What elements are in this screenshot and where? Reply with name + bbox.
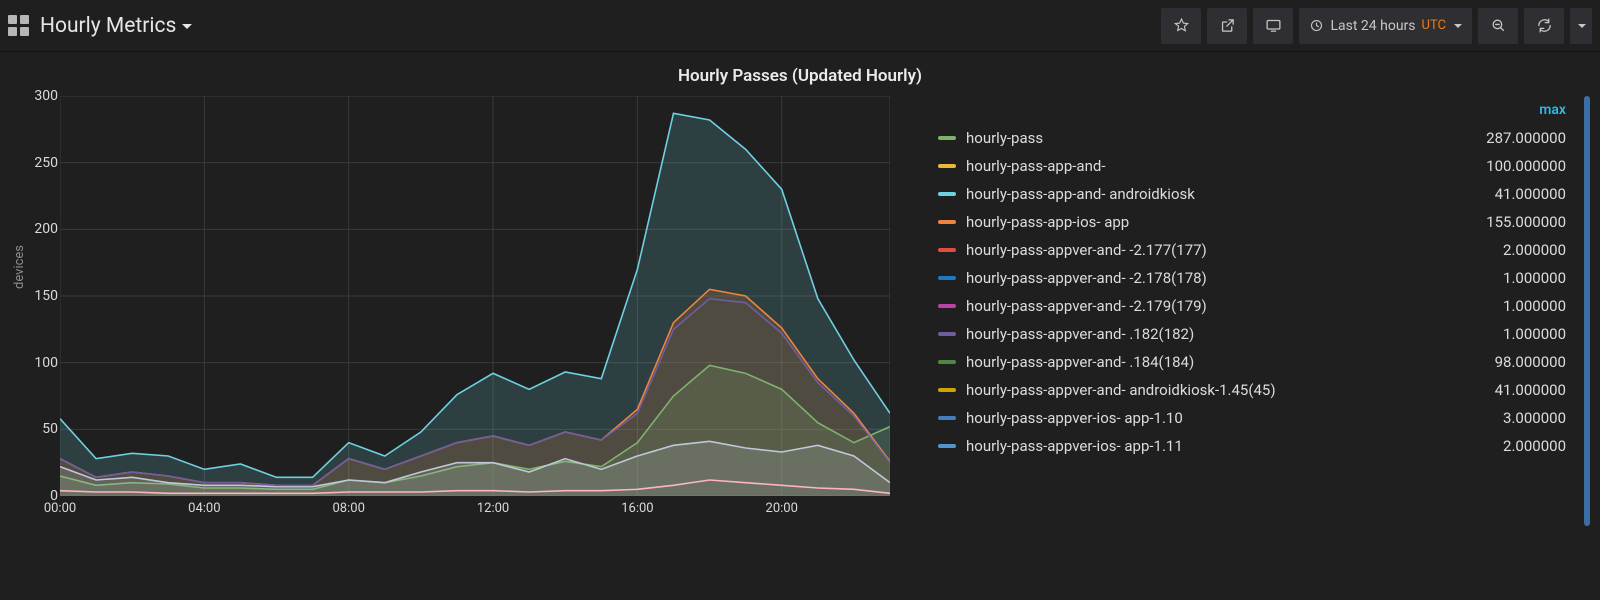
legend-row[interactable]: hourly-pass-appver-and- androidkiosk-1.4… <box>930 376 1590 404</box>
legend-row[interactable]: hourly-pass-appver-ios- app-1.112.000000 <box>930 432 1590 460</box>
refresh-button[interactable] <box>1524 8 1564 44</box>
header-right: Last 24 hours UTC <box>1161 8 1592 44</box>
legend-row[interactable]: hourly-pass-appver-and- -2.178(178)1.000… <box>930 264 1590 292</box>
dashboard-title-dropdown[interactable]: Hourly Metrics <box>40 14 192 38</box>
share-button[interactable] <box>1207 8 1247 44</box>
legend-series-name: hourly-pass-appver-ios- app-1.11 <box>966 437 1456 455</box>
dashboard-title: Hourly Metrics <box>40 14 176 38</box>
legend-rows: hourly-pass287.000000hourly-pass-app-and… <box>930 124 1590 460</box>
zoom-out-icon <box>1490 17 1507 34</box>
legend-series-name: hourly-pass-appver-and- -2.177(177) <box>966 241 1456 259</box>
tv-mode-button[interactable] <box>1253 8 1293 44</box>
legend-row[interactable]: hourly-pass-appver-ios- app-1.103.000000 <box>930 404 1590 432</box>
y-tick-label: 250 <box>18 155 58 171</box>
chart-column: devices 050100150200250300 00:0004:0008:… <box>10 96 900 526</box>
x-tick-label: 20:00 <box>766 501 798 516</box>
y-axis-label: devices <box>12 245 27 289</box>
zoom-out-button[interactable] <box>1478 8 1518 44</box>
legend-series-max: 98.000000 <box>1456 353 1566 371</box>
y-tick-label: 300 <box>18 88 58 104</box>
header-left: Hourly Metrics <box>8 14 192 38</box>
legend-swatch <box>938 276 956 280</box>
legend: max hourly-pass287.000000hourly-pass-app… <box>930 96 1590 526</box>
legend-swatch <box>938 220 956 224</box>
chart-plot-area <box>60 96 890 496</box>
legend-row[interactable]: hourly-pass-appver-and- .182(182)1.00000… <box>930 320 1590 348</box>
x-tick-label: 08:00 <box>333 501 365 516</box>
legend-row[interactable]: hourly-pass-appver-and- -2.179(179)1.000… <box>930 292 1590 320</box>
legend-swatch <box>938 136 956 140</box>
legend-series-max: 2.000000 <box>1456 437 1566 455</box>
legend-series-max: 100.000000 <box>1456 157 1566 175</box>
legend-series-name: hourly-pass-app-ios- app <box>966 213 1456 231</box>
legend-series-name: hourly-pass-appver-and- -2.179(179) <box>966 297 1456 315</box>
y-tick-label: 200 <box>18 221 58 237</box>
chevron-down-icon <box>1578 24 1586 32</box>
panel-body: devices 050100150200250300 00:0004:0008:… <box>10 96 1590 526</box>
legend-series-max: 1.000000 <box>1456 269 1566 287</box>
y-tick-label: 50 <box>18 421 58 437</box>
refresh-icon <box>1536 17 1553 34</box>
y-tick-label: 100 <box>18 355 58 371</box>
panel: Hourly Passes (Updated Hourly) devices 0… <box>0 52 1600 526</box>
legend-series-name: hourly-pass-appver-and- .184(184) <box>966 353 1456 371</box>
legend-series-max: 41.000000 <box>1456 381 1566 399</box>
share-icon <box>1219 17 1236 34</box>
legend-row[interactable]: hourly-pass-appver-and- -2.177(177)2.000… <box>930 236 1590 264</box>
x-tick-label: 16:00 <box>621 501 653 516</box>
panel-title: Hourly Passes (Updated Hourly) <box>10 66 1590 86</box>
legend-swatch <box>938 332 956 336</box>
legend-header: max <box>930 96 1590 124</box>
time-range-label: Last 24 hours <box>1330 18 1415 34</box>
legend-series-name: hourly-pass-appver-and- -2.178(178) <box>966 269 1456 287</box>
legend-series-max: 2.000000 <box>1456 241 1566 259</box>
legend-series-max: 1.000000 <box>1456 297 1566 315</box>
legend-series-max: 41.000000 <box>1456 185 1566 203</box>
legend-row[interactable]: hourly-pass-appver-and- .184(184)98.0000… <box>930 348 1590 376</box>
legend-row[interactable]: hourly-pass-app-and-100.000000 <box>930 152 1590 180</box>
chart[interactable]: devices 050100150200250300 00:0004:0008:… <box>10 96 900 526</box>
legend-row[interactable]: hourly-pass-app-and- androidkiosk41.0000… <box>930 180 1590 208</box>
legend-series-max: 3.000000 <box>1456 409 1566 427</box>
monitor-icon <box>1265 17 1282 34</box>
legend-series-name: hourly-pass-app-and- androidkiosk <box>966 185 1456 203</box>
legend-swatch <box>938 304 956 308</box>
refresh-interval-dropdown[interactable] <box>1570 8 1592 44</box>
x-tick-label: 04:00 <box>188 501 220 516</box>
legend-swatch <box>938 388 956 392</box>
legend-series-name: hourly-pass <box>966 129 1456 147</box>
app-header: Hourly Metrics Last 24 hours UTC <box>0 0 1600 52</box>
legend-swatch <box>938 360 956 364</box>
legend-series-name: hourly-pass-app-and- <box>966 157 1456 175</box>
timezone-label: UTC <box>1422 18 1446 33</box>
chevron-down-icon <box>1454 24 1462 32</box>
star-icon <box>1173 17 1190 34</box>
x-tick-label: 00:00 <box>44 501 76 516</box>
time-range-picker[interactable]: Last 24 hours UTC <box>1299 8 1472 44</box>
legend-row[interactable]: hourly-pass-app-ios- app155.000000 <box>930 208 1590 236</box>
legend-swatch <box>938 164 956 168</box>
legend-series-max: 155.000000 <box>1456 213 1566 231</box>
legend-row[interactable]: hourly-pass287.000000 <box>930 124 1590 152</box>
legend-swatch <box>938 248 956 252</box>
legend-swatch <box>938 416 956 420</box>
legend-scrollbar[interactable] <box>1584 96 1590 526</box>
clock-icon <box>1309 18 1324 33</box>
legend-series-name: hourly-pass-appver-ios- app-1.10 <box>966 409 1456 427</box>
x-tick-label: 12:00 <box>477 501 509 516</box>
dashboard-grid-icon[interactable] <box>8 15 30 37</box>
legend-series-max: 287.000000 <box>1456 129 1566 147</box>
legend-series-name: hourly-pass-appver-and- androidkiosk-1.4… <box>966 381 1456 399</box>
legend-sort-max[interactable]: max <box>1539 102 1566 118</box>
legend-series-max: 1.000000 <box>1456 325 1566 343</box>
y-tick-label: 150 <box>18 288 58 304</box>
star-button[interactable] <box>1161 8 1201 44</box>
legend-series-name: hourly-pass-appver-and- .182(182) <box>966 325 1456 343</box>
legend-swatch <box>938 192 956 196</box>
chevron-down-icon <box>182 24 192 34</box>
legend-swatch <box>938 444 956 448</box>
